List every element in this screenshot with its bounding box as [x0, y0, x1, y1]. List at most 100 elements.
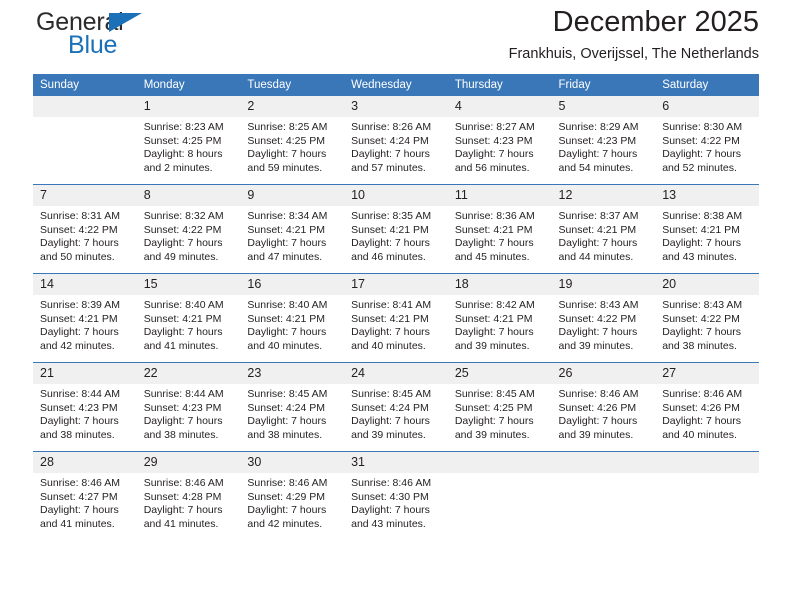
calendar-day-cell[interactable]: 18 Sunrise: 8:42 AM Sunset: 4:21 PM Dayligh…: [447, 273, 552, 363]
general-blue-logo[interactable]: General Blue: [36, 10, 286, 66]
day-number: 27: [655, 363, 759, 384]
daylight-text-line2: and 43 minutes.: [351, 517, 426, 530]
daylight-text-line1: Daylight: 7 hours: [40, 326, 119, 339]
sunrise-text: Sunrise: 8:27 AM: [454, 121, 535, 133]
day-number: 19: [551, 274, 656, 295]
daylight-text-line2: and 38 minutes.: [40, 428, 115, 441]
sunrise-text: Sunrise: 8:44 AM: [143, 388, 224, 400]
calendar-day-cell[interactable]: 7 Sunrise: 8:31 AM Sunset: 4:22 PM Daylight…: [33, 184, 137, 274]
sunset-text: Sunset: 4:22 PM: [40, 223, 118, 236]
calendar-week-row: 28 Sunrise: 8:46 AM Sunset: 4:27 PM Dayligh…: [33, 451, 759, 540]
calendar-day-cell[interactable]: 8 Sunrise: 8:32 AM Sunset: 4:22 PM Daylight…: [136, 184, 241, 274]
calendar-day-cell[interactable]: 10 Sunrise: 8:35 AM Sunset: 4:21 PM Dayligh…: [344, 184, 448, 274]
calendar-head: Sunday Monday Tuesday Wednesday Thursday…: [33, 74, 759, 96]
daylight-text-line1: Daylight: 7 hours: [662, 326, 742, 339]
sunrise-text: Sunrise: 8:43 AM: [558, 299, 639, 311]
calendar-day-cell[interactable]: 11 Sunrise: 8:36 AM Sunset: 4:21 PM Dayligh…: [447, 184, 552, 274]
calendar-table: Sunday Monday Tuesday Wednesday Thursday…: [33, 74, 759, 540]
day-number: 31: [344, 452, 448, 473]
daylight-text-line1: Daylight: 7 hours: [143, 237, 223, 250]
calendar-day-cell[interactable]: 23 Sunrise: 8:45 AM Sunset: 4:24 PM Dayligh…: [240, 362, 345, 452]
calendar-day-cell[interactable]: 1 Sunrise: 8:23 AM Sunset: 4:25 PM Daylight…: [136, 96, 241, 185]
calendar-day-cell[interactable]: 12 Sunrise: 8:37 AM Sunset: 4:21 PM Dayligh…: [551, 184, 656, 274]
day-number: 12: [551, 185, 656, 206]
daylight-text-line1: Daylight: 7 hours: [558, 415, 638, 428]
calendar-day-cell[interactable]: 26 Sunrise: 8:46 AM Sunset: 4:26 PM Dayligh…: [551, 362, 656, 452]
calendar-day-cell[interactable]: 20 Sunrise: 8:43 AM Sunset: 4:22 PM Dayligh…: [655, 273, 759, 363]
logo-text-blue: Blue: [68, 31, 118, 59]
daylight-text-line2: and 46 minutes.: [351, 250, 426, 263]
day-sun-info: Sunrise: 8:41 AM Sunset: 4:21 PM Daylight:…: [344, 295, 448, 353]
calendar-day-cell[interactable]: 14 Sunrise: 8:39 AM Sunset: 4:21 PM Dayligh…: [33, 273, 137, 363]
day-number: 17: [344, 274, 448, 295]
day-sun-info: Sunrise: 8:46 AM Sunset: 4:28 PM Daylight:…: [137, 473, 241, 531]
daylight-text-line2: and 42 minutes.: [247, 517, 323, 530]
day-sun-info: Sunrise: 8:42 AM Sunset: 4:21 PM Daylight:…: [448, 295, 552, 353]
day-number: 25: [447, 363, 552, 384]
day-number: 5: [551, 96, 656, 117]
day-number: 20: [655, 274, 759, 295]
daylight-text-line1: Daylight: 7 hours: [558, 326, 638, 339]
calendar-day-cell[interactable]: 21 Sunrise: 8:44 AM Sunset: 4:23 PM Dayligh…: [33, 362, 137, 452]
sunrise-text: Sunrise: 8:44 AM: [40, 388, 120, 400]
calendar-day-cell[interactable]: 6 Sunrise: 8:30 AM Sunset: 4:22 PM Daylight…: [655, 96, 759, 185]
calendar-day-cell[interactable]: 25 Sunrise: 8:45 AM Sunset: 4:25 PM Dayligh…: [447, 362, 552, 452]
daylight-text-line2: and 44 minutes.: [558, 250, 634, 263]
sunset-text: Sunset: 4:23 PM: [454, 134, 533, 147]
sunset-text: Sunset: 4:22 PM: [143, 223, 222, 236]
calendar-day-cell[interactable]: 16 Sunrise: 8:40 AM Sunset: 4:21 PM Dayligh…: [240, 273, 345, 363]
calendar-day-cell[interactable]: 28 Sunrise: 8:46 AM Sunset: 4:27 PM Dayligh…: [33, 451, 137, 540]
sunset-text: Sunset: 4:22 PM: [662, 134, 740, 147]
daylight-text-line2: and 42 minutes.: [40, 339, 115, 352]
weekday-header-wednesday: Wednesday: [344, 74, 448, 96]
sunrise-text: Sunrise: 8:38 AM: [662, 210, 743, 222]
sunset-text: Sunset: 4:25 PM: [247, 134, 326, 147]
sunset-text: Sunset: 4:21 PM: [558, 223, 637, 236]
day-number: 23: [240, 363, 345, 384]
daylight-text-line1: Daylight: 7 hours: [143, 415, 223, 428]
day-number: 16: [240, 274, 345, 295]
daylight-text-line2: and 49 minutes.: [143, 250, 219, 263]
day-sun-info: Sunrise: 8:43 AM Sunset: 4:22 PM Daylight:…: [655, 295, 759, 353]
calendar-day-cell[interactable]: 15 Sunrise: 8:40 AM Sunset: 4:21 PM Dayligh…: [136, 273, 241, 363]
daylight-text-line2: and 38 minutes.: [143, 428, 219, 441]
daylight-text-line2: and 40 minutes.: [247, 339, 323, 352]
calendar-day-cell[interactable]: 2 Sunrise: 8:25 AM Sunset: 4:25 PM Daylight…: [240, 96, 345, 185]
daylight-text-line2: and 45 minutes.: [454, 250, 530, 263]
calendar-day-cell[interactable]: 24 Sunrise: 8:45 AM Sunset: 4:24 PM Dayligh…: [344, 362, 448, 452]
calendar-week-row: 7 Sunrise: 8:31 AM Sunset: 4:22 PM Daylight…: [33, 184, 759, 274]
sunset-text: Sunset: 4:24 PM: [351, 401, 429, 414]
day-number: 26: [551, 363, 656, 384]
day-sun-info: Sunrise: 8:39 AM Sunset: 4:21 PM Daylight:…: [33, 295, 137, 353]
day-number: 6: [655, 96, 759, 117]
calendar-day-cell[interactable]: 4 Sunrise: 8:27 AM Sunset: 4:23 PM Daylight…: [447, 96, 552, 185]
daylight-text-line1: Daylight: 7 hours: [247, 504, 327, 517]
sunset-text: Sunset: 4:23 PM: [558, 134, 637, 147]
calendar-day-cell[interactable]: 19 Sunrise: 8:43 AM Sunset: 4:22 PM Dayligh…: [551, 273, 656, 363]
calendar-day-cell[interactable]: 5 Sunrise: 8:29 AM Sunset: 4:23 PM Daylight…: [551, 96, 656, 185]
calendar-day-cell[interactable]: 27 Sunrise: 8:46 AM Sunset: 4:26 PM Dayligh…: [655, 362, 759, 452]
sunset-text: Sunset: 4:25 PM: [143, 134, 222, 147]
sunrise-text: Sunrise: 8:25 AM: [247, 121, 328, 133]
calendar-day-cell[interactable]: 31 Sunrise: 8:46 AM Sunset: 4:30 PM Dayligh…: [344, 451, 448, 540]
calendar-day-cell[interactable]: 9 Sunrise: 8:34 AM Sunset: 4:21 PM Daylight…: [240, 184, 345, 274]
calendar-day-cell[interactable]: 3 Sunrise: 8:26 AM Sunset: 4:24 PM Daylight…: [344, 96, 448, 185]
calendar-day-cell-empty: [447, 451, 552, 540]
daylight-text-line2: and 54 minutes.: [558, 161, 634, 174]
sunrise-text: Sunrise: 8:46 AM: [558, 388, 639, 400]
sunrise-text: Sunrise: 8:42 AM: [454, 299, 535, 311]
calendar-day-cell[interactable]: 17 Sunrise: 8:41 AM Sunset: 4:21 PM Dayligh…: [344, 273, 448, 363]
day-number: 18: [447, 274, 552, 295]
day-number: 8: [136, 185, 241, 206]
day-sun-info: Sunrise: 8:30 AM Sunset: 4:22 PM Daylight:…: [655, 117, 759, 175]
calendar-day-cell[interactable]: 22 Sunrise: 8:44 AM Sunset: 4:23 PM Dayligh…: [136, 362, 241, 452]
calendar-day-cell[interactable]: 13 Sunrise: 8:38 AM Sunset: 4:21 PM Dayligh…: [655, 184, 759, 274]
calendar-day-cell[interactable]: 29 Sunrise: 8:46 AM Sunset: 4:28 PM Dayligh…: [136, 451, 241, 540]
sunrise-text: Sunrise: 8:46 AM: [143, 477, 224, 489]
day-number: 22: [136, 363, 241, 384]
daylight-text-line1: Daylight: 7 hours: [351, 504, 430, 517]
daylight-text-line2: and 39 minutes.: [454, 428, 530, 441]
day-sun-info: Sunrise: 8:43 AM Sunset: 4:22 PM Daylight:…: [552, 295, 656, 353]
day-number: 30: [240, 452, 345, 473]
calendar-day-cell[interactable]: 30 Sunrise: 8:46 AM Sunset: 4:29 PM Dayligh…: [240, 451, 345, 540]
